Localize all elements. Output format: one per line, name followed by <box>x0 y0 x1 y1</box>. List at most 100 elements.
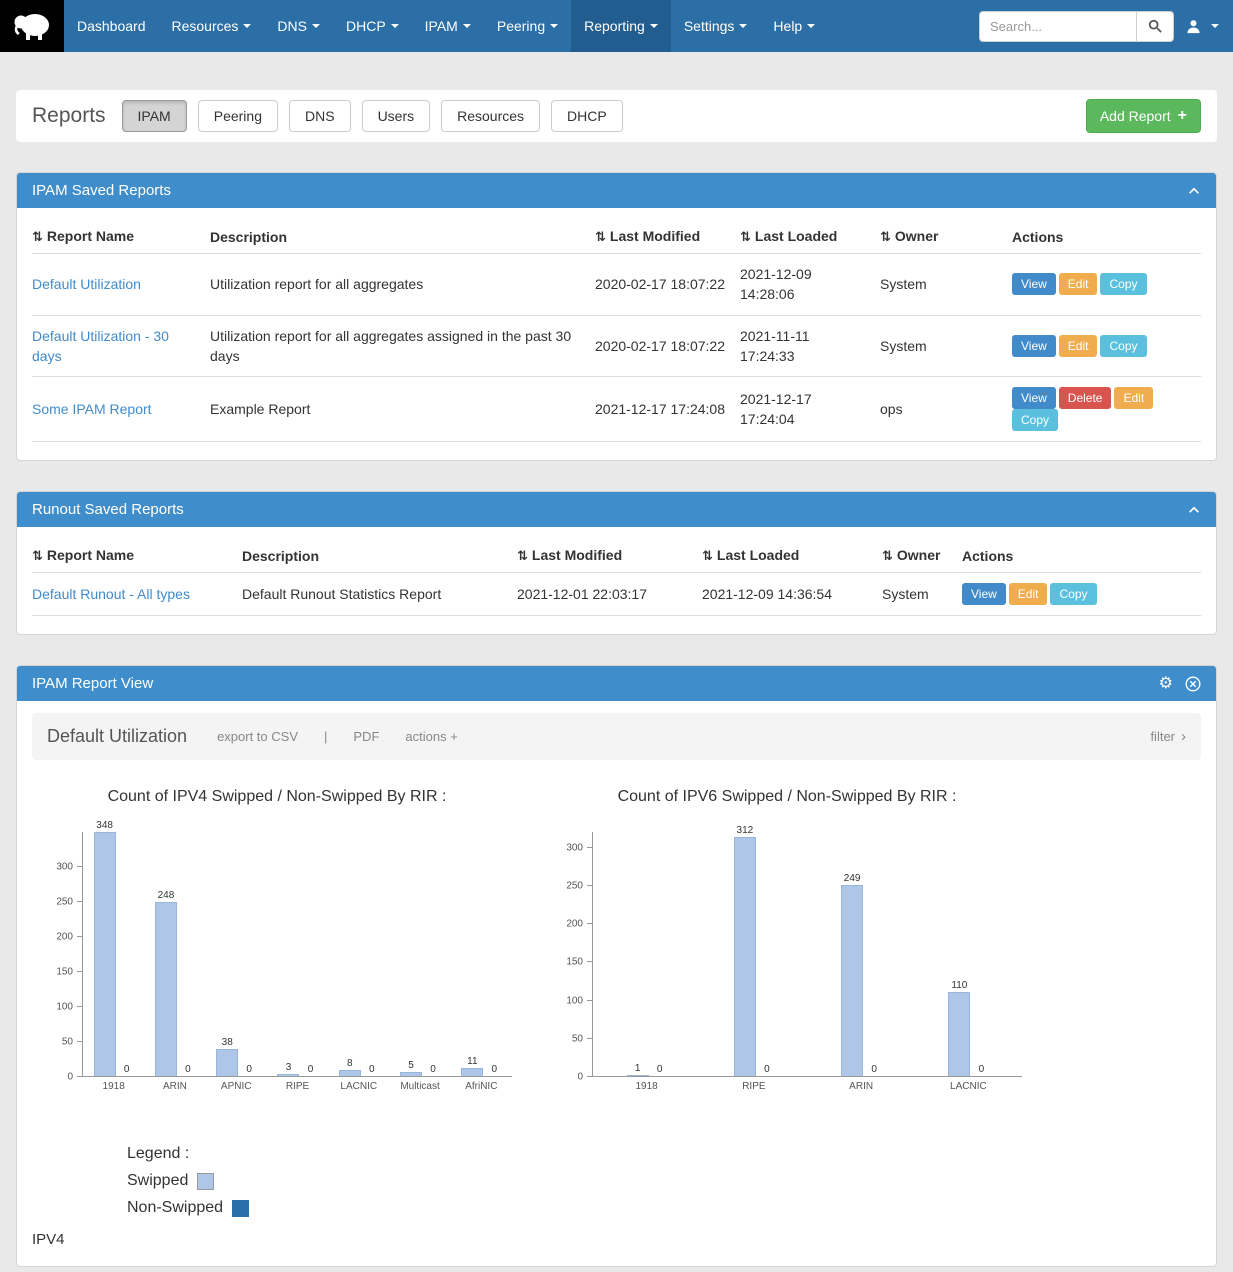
y-tick-label: 300 <box>56 862 73 873</box>
x-tick-label: RIPE <box>286 1081 309 1092</box>
sort-icon[interactable]: ⇅ <box>702 548 713 563</box>
add-report-button[interactable]: Add Report + <box>1086 99 1201 133</box>
logo[interactable] <box>0 0 64 52</box>
report-link[interactable]: Some IPAM Report <box>32 401 152 417</box>
bar-value-label: 248 <box>158 890 175 901</box>
bar-slot: 110 <box>947 980 971 1076</box>
cell-actions: ViewEditCopy <box>962 573 1201 616</box>
copy-button[interactable]: Copy <box>1100 335 1146 357</box>
column-header-last-loaded[interactable]: ⇅Last Loaded <box>740 220 880 254</box>
close-icon[interactable] <box>1185 676 1201 692</box>
bar-value-label: 312 <box>737 825 754 836</box>
bar-slot: 0 <box>180 1064 196 1076</box>
cell-loaded: 2021-12-17 17:24:04 <box>740 377 880 442</box>
tab-resources[interactable]: Resources <box>441 100 540 132</box>
mammoth-icon <box>12 11 52 41</box>
cell-report-name: Default Runout - All types <box>32 573 242 616</box>
bar <box>948 992 970 1076</box>
edit-button[interactable]: Edit <box>1059 273 1098 295</box>
bar-value-label: 38 <box>222 1037 233 1048</box>
y-tick-label: 250 <box>566 880 583 891</box>
tab-ipam[interactable]: IPAM <box>122 100 187 132</box>
report-link[interactable]: Default Utilization <box>32 276 141 292</box>
report-link[interactable]: Default Runout - All types <box>32 586 190 602</box>
column-header-report-name[interactable]: ⇅Report Name <box>32 220 210 254</box>
plot-area: 348019182480ARIN380APNIC30RIPE80LACNIC50… <box>82 832 512 1077</box>
nav-item-ipam[interactable]: IPAM <box>412 0 484 52</box>
tab-peering[interactable]: Peering <box>198 100 278 132</box>
filter-link[interactable]: filter › <box>1150 728 1186 745</box>
edit-button[interactable]: Edit <box>1059 335 1098 357</box>
nav-item-dashboard[interactable]: Dashboard <box>64 0 159 52</box>
actions-link[interactable]: actions + <box>405 729 457 744</box>
bar-group: 50Multicast <box>399 1060 441 1076</box>
bar-value-label: 11 <box>467 1056 477 1067</box>
pdf-link[interactable]: PDF <box>353 729 379 744</box>
view-button[interactable]: View <box>962 583 1006 605</box>
sort-icon[interactable]: ⇅ <box>880 229 891 244</box>
copy-button[interactable]: Copy <box>1050 583 1096 605</box>
legend-title: Legend : <box>127 1145 1201 1163</box>
search-button[interactable] <box>1136 11 1174 42</box>
collapse-icon[interactable] <box>1187 184 1201 198</box>
collapse-icon[interactable] <box>1187 503 1201 517</box>
bar-value-label: 0 <box>185 1064 191 1075</box>
y-tick-label: 0 <box>67 1072 73 1083</box>
column-header-description: Description <box>210 220 595 254</box>
copy-button[interactable]: Copy <box>1012 409 1058 431</box>
table-row: Some IPAM ReportExample Report2021-12-17… <box>32 377 1201 442</box>
chart-plot: 050100150200250300 1019183120RIPE2490ARI… <box>552 832 1022 1077</box>
search-input[interactable] <box>979 11 1136 42</box>
sort-icon[interactable]: ⇅ <box>882 548 893 563</box>
nav-item-settings[interactable]: Settings <box>671 0 761 52</box>
column-header-last-modified[interactable]: ⇅Last Modified <box>595 220 740 254</box>
cell-modified: 2020-02-17 18:07:22 <box>595 254 740 316</box>
toolbar-separator: | <box>324 729 327 744</box>
gear-icon[interactable]: ⚙ <box>1159 676 1173 692</box>
plot-area: 1019183120RIPE2490ARIN1100LACNIC <box>592 832 1022 1077</box>
y-axis: 050100150200250300 <box>552 832 592 1077</box>
panel-title: Runout Saved Reports <box>32 501 184 518</box>
nav-item-help[interactable]: Help <box>760 0 828 52</box>
nav-item-peering[interactable]: Peering <box>484 0 571 52</box>
nav-item-dns[interactable]: DNS <box>264 0 333 52</box>
bar-value-label: 348 <box>96 820 113 831</box>
x-tick-label: 1918 <box>636 1081 658 1092</box>
column-header-owner[interactable]: ⇅Owner <box>880 220 1012 254</box>
edit-button[interactable]: Edit <box>1114 387 1153 409</box>
user-menu[interactable] <box>1186 19 1219 34</box>
ipam-report-view-panel: IPAM Report View ⚙ Default Utilization e… <box>16 665 1217 1267</box>
bar-slot: 0 <box>973 1064 989 1076</box>
add-report-label: Add Report <box>1100 108 1171 124</box>
copy-button[interactable]: Copy <box>1100 273 1146 295</box>
column-header-report-name[interactable]: ⇅Report Name <box>32 539 242 573</box>
y-tick-label: 300 <box>566 842 583 853</box>
edit-button[interactable]: Edit <box>1009 583 1048 605</box>
report-link[interactable]: Default Utilization - 30 days <box>32 328 169 364</box>
view-button[interactable]: View <box>1012 335 1056 357</box>
runout-saved-reports-header: Runout Saved Reports <box>17 492 1216 527</box>
delete-button[interactable]: Delete <box>1059 387 1112 409</box>
nav-item-resources[interactable]: Resources <box>159 0 265 52</box>
nav-item-reporting[interactable]: Reporting <box>571 0 671 52</box>
view-button[interactable]: View <box>1012 387 1056 409</box>
sort-icon[interactable]: ⇅ <box>517 548 528 563</box>
sort-icon[interactable]: ⇅ <box>595 229 606 244</box>
export-csv-link[interactable]: export to CSV <box>217 729 298 744</box>
filter-label: filter <box>1150 729 1175 744</box>
tab-dhcp[interactable]: DHCP <box>551 100 623 132</box>
sort-icon[interactable]: ⇅ <box>740 229 751 244</box>
cell-report-name: Default Utilization - 30 days <box>32 315 210 377</box>
column-header-last-modified[interactable]: ⇅Last Modified <box>517 539 702 573</box>
view-button[interactable]: View <box>1012 273 1056 295</box>
sort-icon[interactable]: ⇅ <box>32 229 43 244</box>
table-header-row: ⇅Report NameDescription⇅Last Modified⇅La… <box>32 220 1201 254</box>
sort-icon[interactable]: ⇅ <box>32 548 43 563</box>
nav-item-dhcp[interactable]: DHCP <box>333 0 412 52</box>
tab-dns[interactable]: DNS <box>289 100 351 132</box>
tab-users[interactable]: Users <box>362 100 431 132</box>
column-header-owner[interactable]: ⇅Owner <box>882 539 962 573</box>
column-header-last-loaded[interactable]: ⇅Last Loaded <box>702 539 882 573</box>
bar-group: 2480ARIN <box>154 890 196 1076</box>
chart-legend: Legend : SwippedNon-Swipped <box>127 1145 1201 1217</box>
